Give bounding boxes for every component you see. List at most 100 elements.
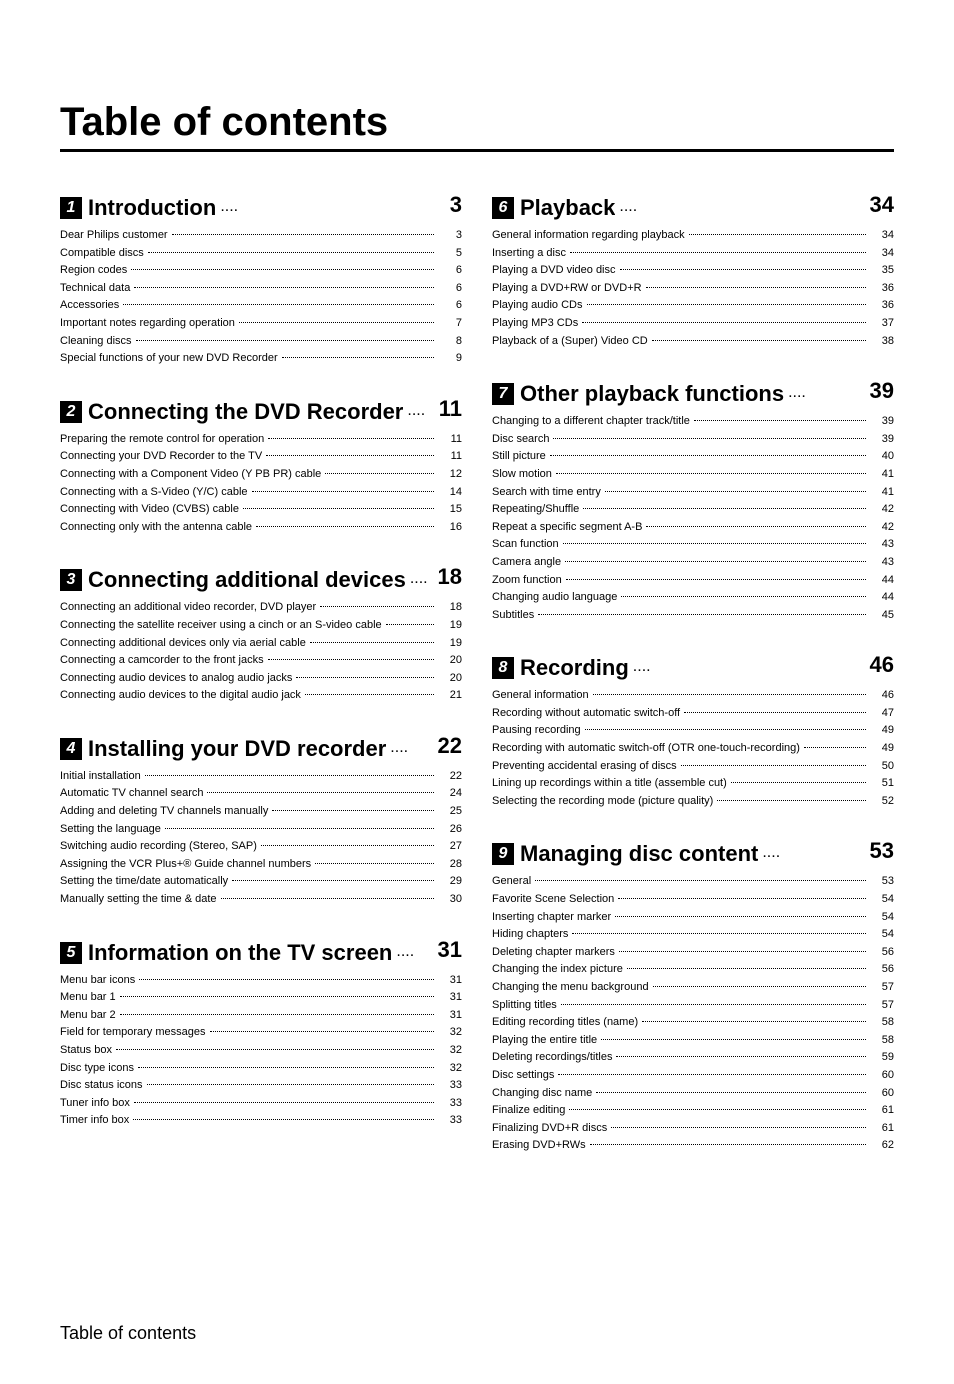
toc-entry: Playing a DVD+RW or DVD+R36 <box>492 280 894 298</box>
entry-page: 44 <box>870 589 894 607</box>
entry-label: Automatic TV channel search <box>60 785 203 803</box>
entry-label: Changing audio language <box>492 589 617 607</box>
toc-entry: Disc settings60 <box>492 1067 894 1085</box>
entry-dots <box>386 624 434 625</box>
section-page: 18 <box>430 564 462 590</box>
entry-label: Important notes regarding operation <box>60 315 235 333</box>
entry-dots <box>681 765 866 766</box>
entry-page: 34 <box>870 245 894 263</box>
entry-label: Connecting additional devices only via a… <box>60 635 306 653</box>
entry-page: 49 <box>870 722 894 740</box>
entry-page: 32 <box>438 1024 462 1042</box>
chapter-number-box: 5 <box>60 942 82 964</box>
entry-page: 58 <box>870 1014 894 1032</box>
entries: General53Favorite Scene Selection54Inser… <box>492 873 894 1155</box>
toc-entry: Connecting your DVD Recorder to the TV11 <box>60 448 462 466</box>
section-heading-left: 9Managing disc content .... <box>492 841 862 867</box>
entry-page: 16 <box>438 519 462 537</box>
entry-page: 58 <box>870 1032 894 1050</box>
entry-page: 62 <box>870 1137 894 1155</box>
entry-page: 33 <box>438 1095 462 1113</box>
entry-dots <box>538 614 866 615</box>
entry-label: Preventing accidental erasing of discs <box>492 758 677 776</box>
section-title: Playback <box>520 195 615 221</box>
toc-section: 5Information on the TV screen ....31Menu… <box>60 937 462 1130</box>
entry-page: 7 <box>438 315 462 333</box>
entry-label: Inserting a disc <box>492 245 566 263</box>
toc-section: 7Other playback functions ....39 Changing… <box>492 378 894 624</box>
entry-dots <box>305 694 434 695</box>
entry-label: Subtitles <box>492 607 534 625</box>
entry-page: 50 <box>870 758 894 776</box>
toc-entry: Disc status icons33 <box>60 1077 462 1095</box>
entry-page: 24 <box>438 785 462 803</box>
entries: Changing to a different chapter track/ti… <box>492 413 894 624</box>
toc-entry: Setting the language26 <box>60 821 462 839</box>
entries: Menu bar icons31Menu bar 131Menu bar 231… <box>60 972 462 1130</box>
entries: Connecting an additional video recorder,… <box>60 599 462 705</box>
entry-dots <box>618 898 866 899</box>
entry-dots <box>272 810 434 811</box>
entry-page: 22 <box>438 768 462 786</box>
entry-dots <box>620 269 866 270</box>
entry-label: Deleting recordings/titles <box>492 1049 612 1067</box>
section-title: Information on the TV screen <box>88 940 392 966</box>
entry-page: 11 <box>438 448 462 466</box>
toc-entry: Accessories6 <box>60 297 462 315</box>
entry-dots <box>120 996 434 997</box>
chapter-number-box: 7 <box>492 383 514 405</box>
toc-entry: Timer info box33 <box>60 1112 462 1130</box>
entry-label: Pausing recording <box>492 722 581 740</box>
toc-entry: General53 <box>492 873 894 891</box>
toc-entry: Still picture40 <box>492 448 894 466</box>
entry-dots <box>147 1084 434 1085</box>
toc-entry: Slow motion41 <box>492 466 894 484</box>
entry-page: 30 <box>438 891 462 909</box>
section-dots: .... <box>410 570 426 590</box>
toc-entry: Connecting a camcorder to the front jack… <box>60 652 462 670</box>
entry-dots <box>239 322 434 323</box>
entry-page: 38 <box>870 333 894 351</box>
entry-dots <box>165 828 434 829</box>
entry-label: Timer info box <box>60 1112 129 1130</box>
entry-dots <box>243 508 434 509</box>
section-dots: .... <box>407 402 426 422</box>
entry-page: 60 <box>870 1067 894 1085</box>
section-dots: .... <box>220 198 437 218</box>
section-title: Managing disc content <box>520 841 758 867</box>
toc-entry: Connecting with a Component Video (Y PB … <box>60 466 462 484</box>
entry-page: 33 <box>438 1077 462 1095</box>
toc-entry: General information regarding playback34 <box>492 227 894 245</box>
entry-dots <box>120 1014 434 1015</box>
entry-dots <box>172 234 434 235</box>
entry-label: Changing the index picture <box>492 961 623 979</box>
entry-label: Lining up recordings within a title (ass… <box>492 775 727 793</box>
toc-entry: Connecting audio devices to analog audio… <box>60 670 462 688</box>
title-rule <box>60 149 894 152</box>
entry-label: Repeat a specific segment A-B <box>492 519 642 537</box>
entry-page: 41 <box>870 484 894 502</box>
entry-page: 53 <box>870 873 894 891</box>
entries: General information46Recording without a… <box>492 687 894 810</box>
toc-entry: Field for temporary messages32 <box>60 1024 462 1042</box>
section-title: Installing your DVD recorder <box>88 736 386 762</box>
toc-section: 3Connecting additional devices ....18Con… <box>60 564 462 705</box>
entry-page: 19 <box>438 635 462 653</box>
section-heading: 7Other playback functions ....39 <box>492 378 894 407</box>
entry-page: 39 <box>870 431 894 449</box>
toc-entry: Automatic TV channel search 24 <box>60 785 462 803</box>
toc-entry: General information46 <box>492 687 894 705</box>
entry-page: 14 <box>438 484 462 502</box>
toc-entry: Connecting additional devices only via a… <box>60 635 462 653</box>
toc-entry: Pausing recording 49 <box>492 722 894 740</box>
entry-page: 47 <box>870 705 894 723</box>
toc-entry: Dear Philips customer3 <box>60 227 462 245</box>
entry-page: 32 <box>438 1042 462 1060</box>
entry-label: Camera angle <box>492 554 561 572</box>
section-heading-left: 2Connecting the DVD Recorder .... <box>60 399 431 425</box>
entry-label: Accessories <box>60 297 119 315</box>
section-page: 11 <box>431 396 462 422</box>
toc-entry: Disc search39 <box>492 431 894 449</box>
toc-entry: Inserting a disc 34 <box>492 245 894 263</box>
entry-dots <box>138 1067 434 1068</box>
